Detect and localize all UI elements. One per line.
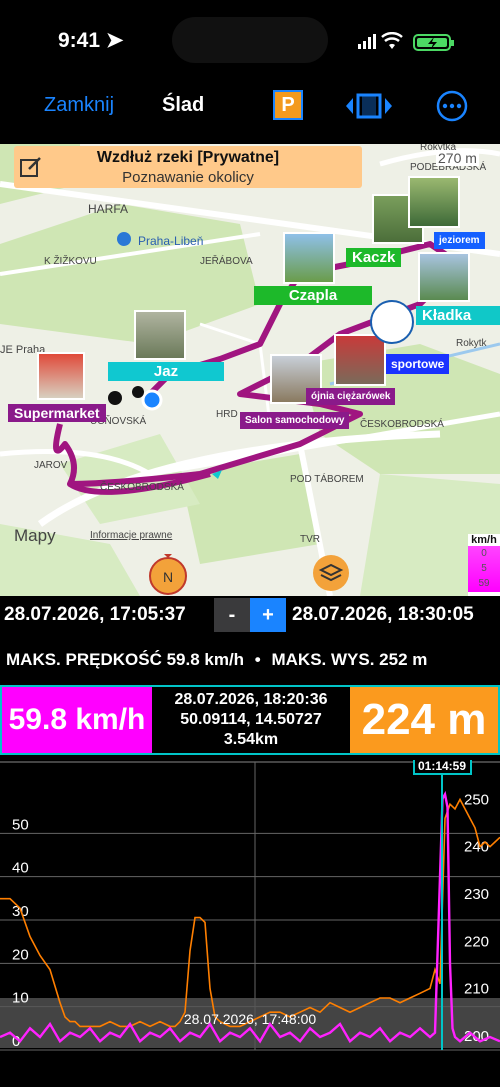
- x-axis-label: 28.07.2026, 17:48:00: [184, 1011, 317, 1027]
- current-distance: 3.54km: [223, 731, 279, 748]
- layers-icon[interactable]: [312, 554, 350, 592]
- max-speed: MAKS. PRĘDKOŚĆ 59.8 km/h: [6, 650, 245, 669]
- map-scale: 270 m: [436, 150, 479, 166]
- place-photo[interactable]: [408, 176, 460, 228]
- max-stats: MAKS. PRĘDKOŚĆ 59.8 km/h • MAKS. WYS. 25…: [6, 650, 428, 669]
- street-label: Rokytk: [456, 338, 487, 349]
- right-tick-label: 210: [464, 981, 489, 998]
- wifi-icon: [381, 32, 403, 49]
- street-label: POD TÁBOREM: [290, 474, 364, 485]
- compass-icon[interactable]: N: [146, 552, 190, 596]
- max-altitude: MAKS. WYS. 252 m: [271, 650, 428, 669]
- current-coords: 50.09114, 14.50727: [180, 711, 322, 728]
- current-speed: 59.8 km/h: [2, 687, 152, 753]
- track-info-card[interactable]: Wzdłuż rzeki [Prywatne] Poznawanie okoli…: [14, 146, 362, 188]
- place-photo[interactable]: [37, 352, 85, 400]
- place-photo[interactable]: [418, 252, 470, 302]
- street-label: HRD: [216, 409, 238, 420]
- left-tick-label: 50: [12, 816, 29, 833]
- right-tick-label: 200: [464, 1028, 489, 1045]
- place-photo[interactable]: [334, 334, 386, 386]
- video-button[interactable]: [345, 92, 393, 120]
- place-tag-sportowe[interactable]: sportowe: [386, 354, 450, 374]
- current-datetime: 28.07.2026, 18:20:36: [174, 691, 328, 708]
- cursor-label: 01:14:59: [418, 760, 466, 773]
- street-label: HARFA: [88, 202, 129, 216]
- start-time[interactable]: 28.07.2026, 17:05:37: [4, 604, 186, 626]
- station-label: Praha-Libeň: [138, 234, 204, 248]
- map-attribution: Mapy: [14, 526, 56, 545]
- place-tag-salon[interactable]: Salon samochodowy: [240, 412, 350, 429]
- left-tick-label: 40: [12, 860, 29, 877]
- close-button[interactable]: Zamknij: [44, 94, 114, 117]
- right-tick-label: 230: [464, 886, 489, 903]
- current-position: 28.07.2026, 18:20:36 50.09114, 14.50727 …: [152, 687, 350, 753]
- location-arrow-icon: ➤: [105, 29, 124, 52]
- dynamic-island: [172, 17, 328, 63]
- status-time: 9:41 ➤: [58, 29, 124, 52]
- club-logo-icon[interactable]: [370, 300, 414, 344]
- svg-text:N: N: [163, 569, 173, 585]
- right-tick-label: 250: [464, 791, 489, 808]
- street-label: ČESKOBRODSKÁ: [100, 482, 184, 493]
- street-label: JEŘÁBOVA: [200, 256, 253, 267]
- place-tag-jeziorem[interactable]: jeziorem: [434, 232, 485, 249]
- street-label: JAROV: [34, 460, 68, 471]
- status-icons: [358, 32, 454, 51]
- minus-button[interactable]: -: [214, 598, 250, 632]
- place-photo[interactable]: [283, 232, 335, 284]
- card-subtitle: Poznawanie okolicy: [122, 169, 254, 186]
- more-options-icon[interactable]: [436, 90, 468, 122]
- speed-altitude-chart[interactable]: 01020304050 200210220230240250 01:14:59 …: [0, 760, 500, 1087]
- place-tag-czapla[interactable]: Czapla: [254, 286, 372, 305]
- left-tick-label: 10: [12, 990, 29, 1007]
- current-altitude: 224 m: [350, 687, 498, 753]
- place-tag-kladka[interactable]: Kładka: [416, 306, 500, 325]
- parking-button[interactable]: P: [273, 90, 303, 120]
- rail-station-icon: [117, 232, 131, 246]
- legal-link[interactable]: Informacje prawne: [90, 530, 172, 541]
- place-tag-supermarket[interactable]: Supermarket: [8, 404, 106, 422]
- street-label: ČESKOBRODSKÁ: [360, 419, 444, 430]
- battery-icon: [413, 34, 454, 51]
- place-photo[interactable]: [134, 310, 186, 360]
- right-tick-label: 220: [464, 933, 489, 950]
- end-time[interactable]: 28.07.2026, 18:30:05: [292, 604, 474, 626]
- place-tag-jaz[interactable]: Jaz: [108, 362, 224, 381]
- page-title: Ślad: [162, 94, 205, 116]
- map-view[interactable]: Rokytka PODEBRADSKÁ HARFA Praha-Libeň K …: [0, 144, 500, 596]
- place-tag-kaczk[interactable]: Kaczk: [346, 248, 402, 267]
- street-label: TVR: [300, 534, 320, 545]
- card-title: Wzdłuż rzeki [Prywatne]: [96, 149, 280, 166]
- plus-button[interactable]: +: [250, 598, 286, 632]
- left-tick-label: 20: [12, 946, 29, 963]
- speed-legend: km/h 0 5 59: [468, 534, 500, 596]
- signal-icon: [358, 34, 376, 49]
- street-label: K ŽIŽKOVU: [44, 256, 97, 267]
- place-tag-myjnia[interactable]: ójnia ciężarówek: [306, 388, 396, 405]
